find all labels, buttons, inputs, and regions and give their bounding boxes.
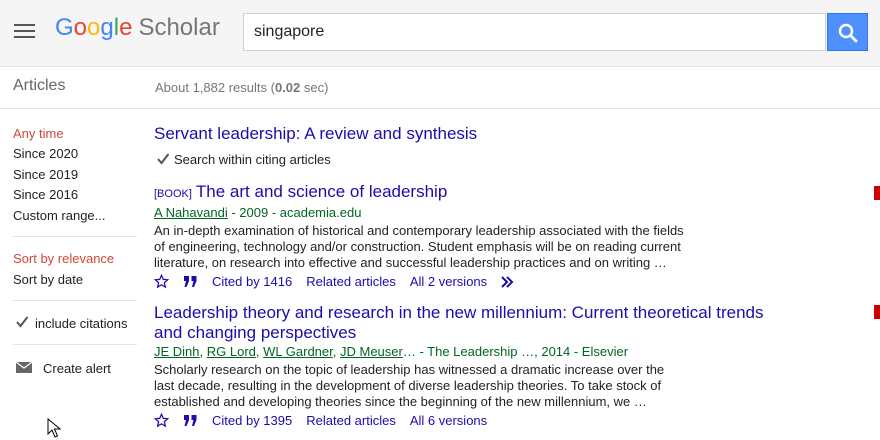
all-versions-link[interactable]: All 6 versions [410,413,487,428]
filter-custom-range[interactable]: Custom range... [13,208,106,223]
author-link[interactable]: WL Gardner [263,344,333,359]
result-title[interactable]: [BOOK] The art and science of leadership [154,182,447,202]
logo-letter: e [119,14,133,41]
all-versions-link[interactable]: All 2 versions [410,274,487,289]
more-chevrons-icon[interactable] [501,275,517,291]
cited-by-link[interactable]: Cited by 1395 [212,413,292,428]
include-citations-label[interactable]: include citations [35,316,128,331]
snippet-line: An in-depth examination of historical an… [154,223,684,238]
search-input[interactable] [254,14,814,50]
right-edge-marker [874,305,880,319]
filter-any-time[interactable]: Any time [13,126,64,141]
result-authors: A Nahavandi - 2009 - academia.edu [154,205,361,220]
snippet-line: last decade, resulting in the developmen… [154,378,662,393]
author-link[interactable]: A Nahavandi [154,205,228,220]
result-title[interactable]: Servant leadership: A review and synthes… [154,124,477,144]
result-source: - 2009 - academia.edu [227,205,362,220]
citing-label: Search within citing articles [174,152,331,167]
search-icon [838,23,858,43]
filter-since-2020[interactable]: Since 2020 [13,146,78,161]
book-tag: [BOOK] [154,188,192,200]
snippet-line: literature, on research into effective a… [154,255,667,270]
menu-icon[interactable] [14,24,35,38]
result-actions: Cited by 1395 Related articles All 6 versi… [153,412,501,431]
cite-quote-icon[interactable] [183,414,198,430]
filter-since-2016[interactable]: Since 2016 [13,187,78,202]
divider [13,236,137,237]
logo-scholar-text: Scholar [138,14,220,41]
logo-letter: o [73,14,88,41]
author-link[interactable]: JD Meuser [340,344,403,359]
search-button[interactable] [827,13,868,51]
divider [13,300,137,301]
checkbox-icon[interactable] [156,152,170,166]
result-title-text: The art and science of leadership [195,182,448,201]
results-prefix: About 1,882 results ( [155,80,275,95]
snippet-line: Scholarly research on the topic of leade… [154,362,665,377]
filter-since-2019[interactable]: Since 2019 [13,167,78,182]
include-citations-checkbox[interactable] [15,315,29,329]
divider [13,344,137,345]
search-box [243,13,826,51]
result-title[interactable]: Leadership theory and research in the ne… [154,303,764,343]
google-scholar-logo[interactable]: Google Scholar [55,14,220,42]
results-suffix: sec) [300,80,329,95]
cited-by-link[interactable]: Cited by 1416 [212,274,292,289]
result-title-line: and changing perspectives [154,323,357,342]
related-articles-link[interactable]: Related articles [306,274,396,289]
save-star-icon[interactable] [153,273,170,292]
envelope-icon [16,362,32,373]
result-source: … - The Leadership …, 2014 - Elsevier [402,344,629,359]
sort-by-relevance[interactable]: Sort by relevance [13,251,114,266]
logo-letter: G [55,14,74,41]
author-link[interactable]: JE Dinh [154,344,200,359]
logo-letter: g [100,14,114,41]
create-alert-link[interactable]: Create alert [43,361,111,376]
result-snippet: An in-depth examination of historical an… [154,223,714,271]
result-snippet: Scholarly research on the topic of leade… [154,362,714,410]
result-actions: Cited by 1416 Related articles All 2 versi… [153,273,531,292]
save-star-icon[interactable] [153,412,170,431]
snippet-line: of engineering, technology and/or constr… [154,239,681,254]
snippet-line: established and developing theories sinc… [154,394,647,409]
divider [0,108,880,109]
mouse-cursor-icon [47,418,61,438]
author-link[interactable]: RG Lord [207,344,256,359]
results-count: About 1,882 results (0.02 sec) [155,80,328,95]
results-time: 0.02 [274,80,301,95]
sort-by-date[interactable]: Sort by date [13,272,83,287]
header: Google Scholar [0,0,880,67]
logo-letter: o [87,14,101,41]
related-articles-link[interactable]: Related articles [306,413,396,428]
search-within-citing[interactable]: Search within citing articles [156,152,331,167]
articles-label: Articles [13,77,66,94]
result-title-line: Leadership theory and research in the ne… [154,303,764,322]
cite-quote-icon[interactable] [183,275,198,291]
right-edge-marker [874,186,880,200]
result-authors: JE Dinh, RG Lord, WL Gardner, JD Meuser…… [154,344,629,359]
